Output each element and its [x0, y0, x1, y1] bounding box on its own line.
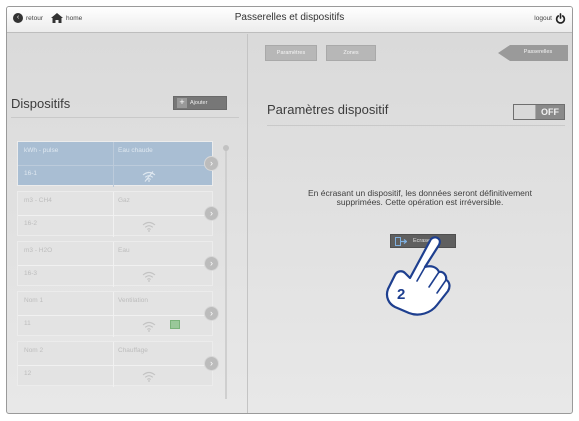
device-card[interactable]: m3 - H2O Eau 16-3 ›	[17, 241, 219, 287]
device-name: Ventilation	[118, 297, 148, 304]
toggle-label: OFF	[541, 107, 559, 117]
card-divider	[18, 265, 214, 266]
tab-zones[interactable]: Zones	[326, 45, 376, 61]
top-bar: ‹ retour home Passerelles et dispositifs…	[7, 7, 572, 33]
card-divider	[18, 215, 214, 216]
device-card[interactable]: m3 - CH4 Gaz 16-2 ›	[17, 191, 219, 237]
device-unit: m3 - H2O	[24, 247, 53, 254]
divider	[267, 125, 565, 126]
scrollbar[interactable]	[225, 147, 227, 399]
warning-message: En écrasant un dispositif, les données s…	[308, 188, 532, 207]
wifi-icon	[142, 369, 156, 382]
app-window: ‹ retour home Passerelles et dispositifs…	[6, 6, 573, 414]
toggle-knob	[514, 105, 536, 119]
card-divider	[18, 165, 214, 166]
device-id: 16-2	[24, 220, 38, 227]
device-card[interactable]: Nom 1 Ventilation 11 ›	[17, 291, 219, 337]
device-id: 12	[24, 370, 32, 377]
add-device-button[interactable]: + Ajouter	[173, 96, 227, 110]
tab-parametres[interactable]: Paramètres	[265, 45, 317, 61]
chevron-right-icon[interactable]: ›	[204, 206, 219, 221]
device-name: Eau	[118, 247, 130, 254]
status-indicator	[170, 320, 180, 329]
step-number: 2	[397, 286, 405, 303]
wifi-icon	[142, 219, 156, 232]
tab-passerelles[interactable]: Passerelles	[498, 45, 568, 61]
hand-pointer-icon: 2	[385, 236, 451, 316]
device-name: Gaz	[118, 197, 130, 204]
device-list: kWh - pulse Eau chaude 16-1 › m3 - CH4 Gaz 16-…	[17, 141, 219, 391]
device-name: Eau chaude	[118, 147, 153, 154]
wifi-off-icon	[142, 169, 156, 182]
panel-divider	[247, 34, 248, 413]
chevron-right-icon[interactable]: ›	[204, 256, 219, 271]
device-card[interactable]: kWh - pulse Eau chaude 16-1 ›	[17, 141, 219, 187]
card-divider	[18, 315, 214, 316]
chevron-right-icon[interactable]: ›	[204, 156, 219, 171]
device-id: 16-1	[24, 170, 38, 177]
device-unit: m3 - CH4	[24, 197, 52, 204]
device-name: Chauffage	[118, 347, 148, 354]
logout-label: logout	[534, 15, 552, 22]
device-unit: Nom 2	[24, 347, 44, 354]
device-settings-title: Paramètres dispositif	[267, 102, 389, 117]
scroll-thumb[interactable]	[223, 145, 229, 151]
divider	[11, 117, 239, 118]
device-card[interactable]: Nom 2 Chauffage 12 ›	[17, 341, 219, 387]
add-label: Ajouter	[190, 100, 208, 106]
plus-icon: +	[177, 98, 187, 108]
wifi-icon	[142, 319, 156, 332]
chevron-right-icon[interactable]: ›	[204, 306, 219, 321]
device-id: 11	[24, 320, 31, 327]
device-unit: kWh - pulse	[24, 147, 59, 154]
chevron-right-icon[interactable]: ›	[204, 356, 219, 371]
devices-title: Dispositifs	[11, 96, 71, 111]
page-title: Passerelles et dispositifs	[234, 12, 345, 23]
device-id: 16-3	[24, 270, 38, 277]
card-divider	[18, 365, 214, 366]
power-icon	[555, 13, 566, 24]
wifi-icon	[142, 269, 156, 282]
logout-button[interactable]: logout	[534, 13, 566, 24]
device-toggle[interactable]: OFF	[513, 104, 565, 120]
device-unit: Nom 1	[24, 297, 44, 304]
